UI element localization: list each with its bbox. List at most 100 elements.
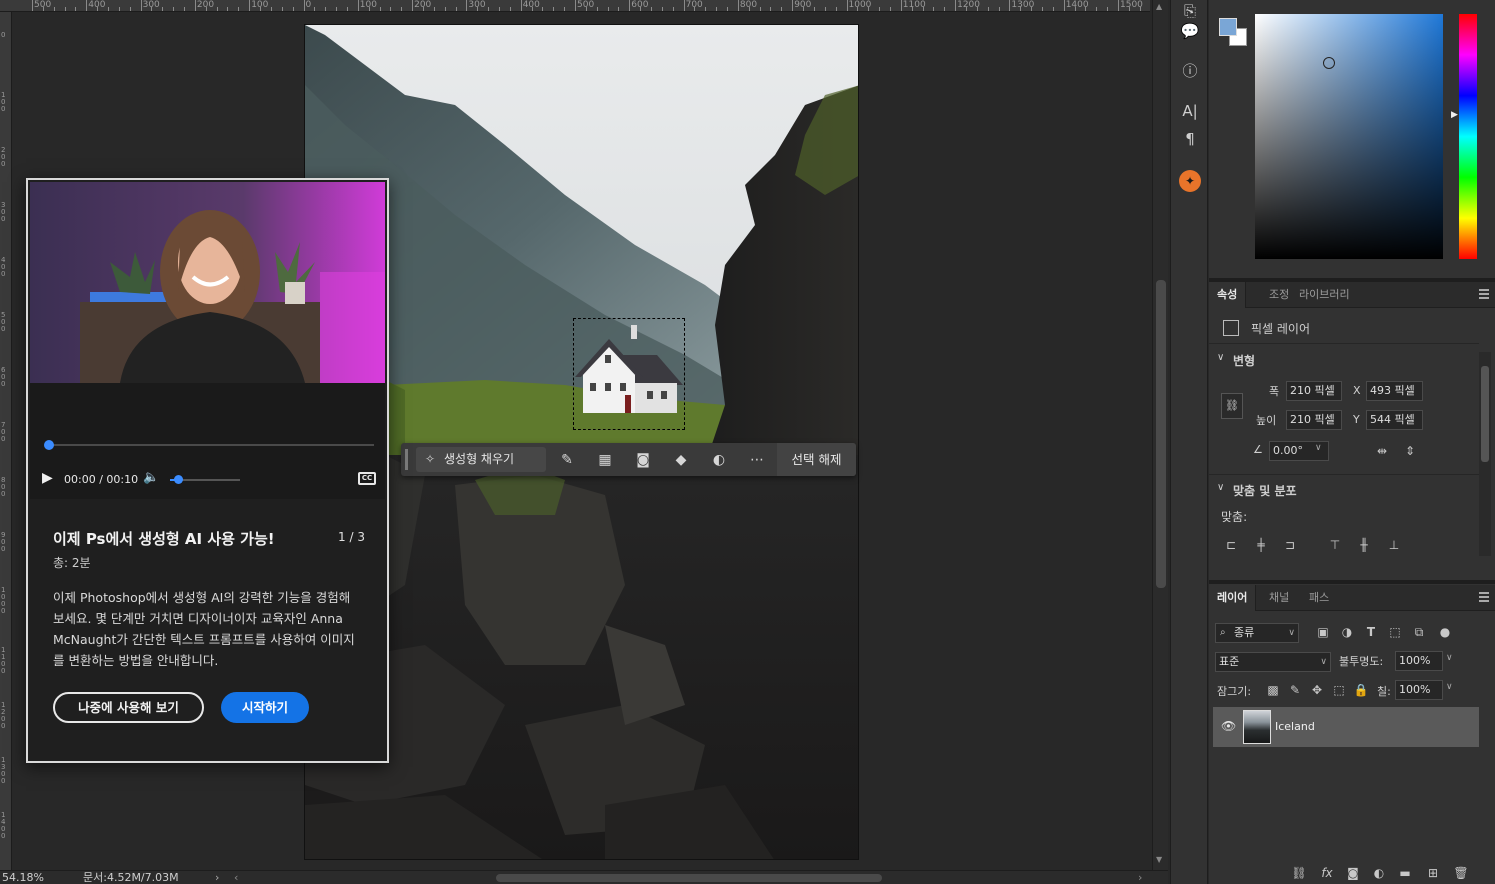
fill-field[interactable]: 100% — [1395, 680, 1443, 700]
align-right-icon[interactable]: ⊐ — [1282, 537, 1298, 553]
filter-toggle-icon[interactable]: ● — [1437, 624, 1453, 640]
drag-handle[interactable] — [405, 449, 408, 470]
layer-row[interactable]: 👁 Iceland — [1213, 707, 1479, 747]
align-vertical-center-icon[interactable]: ╫ — [1356, 537, 1372, 553]
blend-mode-dropdown[interactable]: 표준 ∨ — [1215, 652, 1331, 672]
info-icon[interactable]: ⓘ — [1179, 60, 1201, 82]
properties-menu-icon[interactable] — [1479, 289, 1489, 299]
tab-layers[interactable]: 레이어 — [1209, 585, 1257, 611]
ruler-tick — [564, 7, 566, 11]
vertical-scroll-thumb[interactable] — [1156, 280, 1166, 588]
more-options-icon[interactable]: ⋯ — [748, 451, 766, 469]
presenter-thumbnail — [30, 182, 385, 383]
deselect-button[interactable]: 선택 해제 — [777, 443, 856, 476]
angle-dropdown-icon[interactable]: ∨ — [1315, 443, 1322, 453]
layer-style-fx-icon[interactable]: fx — [1319, 865, 1335, 881]
ruler-top[interactable]: 500 400 300 200 100 0 100 200 300 400 500 600 700 800… — [0, 0, 1150, 12]
hue-slider[interactable] — [1459, 14, 1477, 259]
start-button[interactable]: 시작하기 — [221, 692, 309, 723]
foreground-color-swatch[interactable] — [1219, 18, 1237, 36]
comments-icon[interactable]: 💬 — [1179, 20, 1201, 42]
align-top-icon[interactable]: ⊤ — [1327, 537, 1343, 553]
selection-marquee[interactable] — [573, 318, 685, 430]
horizontal-scroll-thumb[interactable] — [496, 874, 882, 882]
opacity-field[interactable]: 100% — [1395, 651, 1443, 671]
brush-modify-icon[interactable]: ✎ — [558, 451, 576, 469]
properties-scroll-thumb[interactable] — [1481, 366, 1489, 462]
filter-type-icon[interactable]: T — [1363, 624, 1379, 640]
layers-menu-icon[interactable] — [1479, 592, 1489, 602]
lock-all-icon[interactable]: 🔒 — [1353, 682, 1369, 698]
history-icon[interactable]: ⎘ — [1179, 0, 1201, 22]
lock-position-icon[interactable]: ✥ — [1309, 682, 1325, 698]
document-size[interactable]: 문서:4.52M/7.03M — [83, 871, 179, 884]
vertical-scrollbar[interactable]: ▲ ▼ — [1152, 0, 1168, 870]
ruler-tick — [1139, 7, 1141, 11]
volume-handle[interactable] — [174, 475, 183, 484]
filter-smart-object-icon[interactable]: ⧉ — [1411, 624, 1427, 640]
align-horizontal-center-icon[interactable]: ╪ — [1253, 537, 1269, 553]
scroll-up-icon[interactable]: ▲ — [1156, 2, 1162, 11]
filter-adjustment-icon[interactable]: ◑ — [1339, 624, 1355, 640]
new-group-icon[interactable]: ▬ — [1397, 865, 1413, 881]
fill-bucket-icon[interactable]: ◆ — [672, 451, 690, 469]
lock-transparent-icon[interactable]: ▩ — [1265, 682, 1281, 698]
search-icon: ⌕ — [1220, 627, 1226, 638]
scroll-down-icon[interactable]: ▼ — [1156, 855, 1162, 864]
invert-selection-icon[interactable]: ▦ — [596, 451, 614, 469]
tutorial-video[interactable] — [30, 182, 385, 383]
mask-icon[interactable]: ◙ — [634, 451, 652, 469]
new-layer-icon[interactable]: ⊞ — [1425, 865, 1441, 881]
pixel-layer-icon — [1223, 320, 1239, 336]
width-field[interactable]: 210 픽셀 — [1286, 381, 1342, 401]
layer-visibility-eye-icon[interactable]: 👁 — [1221, 719, 1236, 733]
ruler-tick — [75, 7, 77, 11]
align-bottom-icon[interactable]: ⊥ — [1386, 537, 1402, 553]
plugin-fx-icon[interactable]: ✦ — [1179, 170, 1201, 192]
link-dimensions-icon[interactable]: ⛓ — [1221, 393, 1243, 419]
tab-properties[interactable]: 속성 — [1209, 282, 1247, 308]
flip-horizontal-icon[interactable]: ⇹ — [1374, 443, 1390, 459]
play-icon[interactable]: ▶ — [42, 470, 53, 486]
align-left-icon[interactable]: ⊏ — [1223, 537, 1239, 553]
opacity-dropdown-icon[interactable]: ∨ — [1446, 653, 1453, 663]
layer-name[interactable]: Iceland — [1275, 720, 1315, 733]
paragraph-icon[interactable]: ¶ — [1179, 128, 1201, 150]
fill-dropdown-icon[interactable]: ∨ — [1446, 682, 1453, 692]
layer-filter-dropdown[interactable]: ⌕ 종류 ∨ — [1215, 623, 1299, 643]
height-field[interactable]: 210 픽셀 — [1286, 410, 1342, 430]
align-collapse-icon[interactable]: ∨ — [1217, 482, 1224, 493]
scroll-left-icon[interactable]: ‹ — [234, 871, 238, 884]
link-layers-icon[interactable]: ⛓ — [1291, 865, 1307, 881]
status-menu-chevron-icon[interactable]: › — [215, 871, 219, 884]
lock-artboard-icon[interactable]: ⬚ — [1331, 682, 1347, 698]
flip-vertical-icon[interactable]: ⇕ — [1402, 443, 1418, 459]
video-progress-handle[interactable] — [44, 440, 54, 450]
x-field[interactable]: 493 픽셀 — [1366, 381, 1423, 401]
ruler-left[interactable]: 0 100 200 300 400 500 600 700 800 900 10… — [0, 12, 12, 870]
hue-slider-arrow-icon[interactable]: ▶ — [1451, 110, 1458, 120]
zoom-level[interactable]: 54.18% — [2, 871, 44, 884]
filter-pixel-icon[interactable]: ▣ — [1315, 624, 1331, 640]
filter-shape-icon[interactable]: ⬚ — [1387, 624, 1403, 640]
video-progress-track[interactable] — [48, 444, 374, 446]
lock-image-icon[interactable]: ✎ — [1287, 682, 1303, 698]
tab-paths[interactable]: 패스 — [1301, 585, 1337, 611]
tab-libraries[interactable]: 라이브러리 — [1291, 282, 1358, 308]
properties-scrollbar[interactable] — [1479, 352, 1491, 556]
adjustment-icon[interactable]: ◐ — [710, 451, 728, 469]
add-mask-icon[interactable]: ◙ — [1345, 865, 1361, 881]
new-adjustment-layer-icon[interactable]: ◐ — [1371, 865, 1387, 881]
volume-icon[interactable]: 🔈 — [143, 470, 159, 485]
scroll-right-icon[interactable]: › — [1138, 871, 1142, 884]
try-later-button[interactable]: 나중에 사용해 보기 — [53, 692, 204, 723]
tab-channels[interactable]: 채널 — [1261, 585, 1297, 611]
color-saturation-field[interactable] — [1255, 14, 1443, 259]
color-picker-handle[interactable] — [1323, 57, 1335, 69]
delete-layer-icon[interactable]: 🗑 — [1453, 865, 1469, 881]
transform-collapse-icon[interactable]: ∨ — [1217, 352, 1224, 363]
y-field[interactable]: 544 픽셀 — [1366, 410, 1423, 430]
generative-fill-button[interactable]: ✧ 생성형 채우기 — [416, 447, 546, 472]
character-icon[interactable]: A| — [1179, 100, 1201, 122]
closed-captions-button[interactable]: CC — [358, 472, 376, 485]
